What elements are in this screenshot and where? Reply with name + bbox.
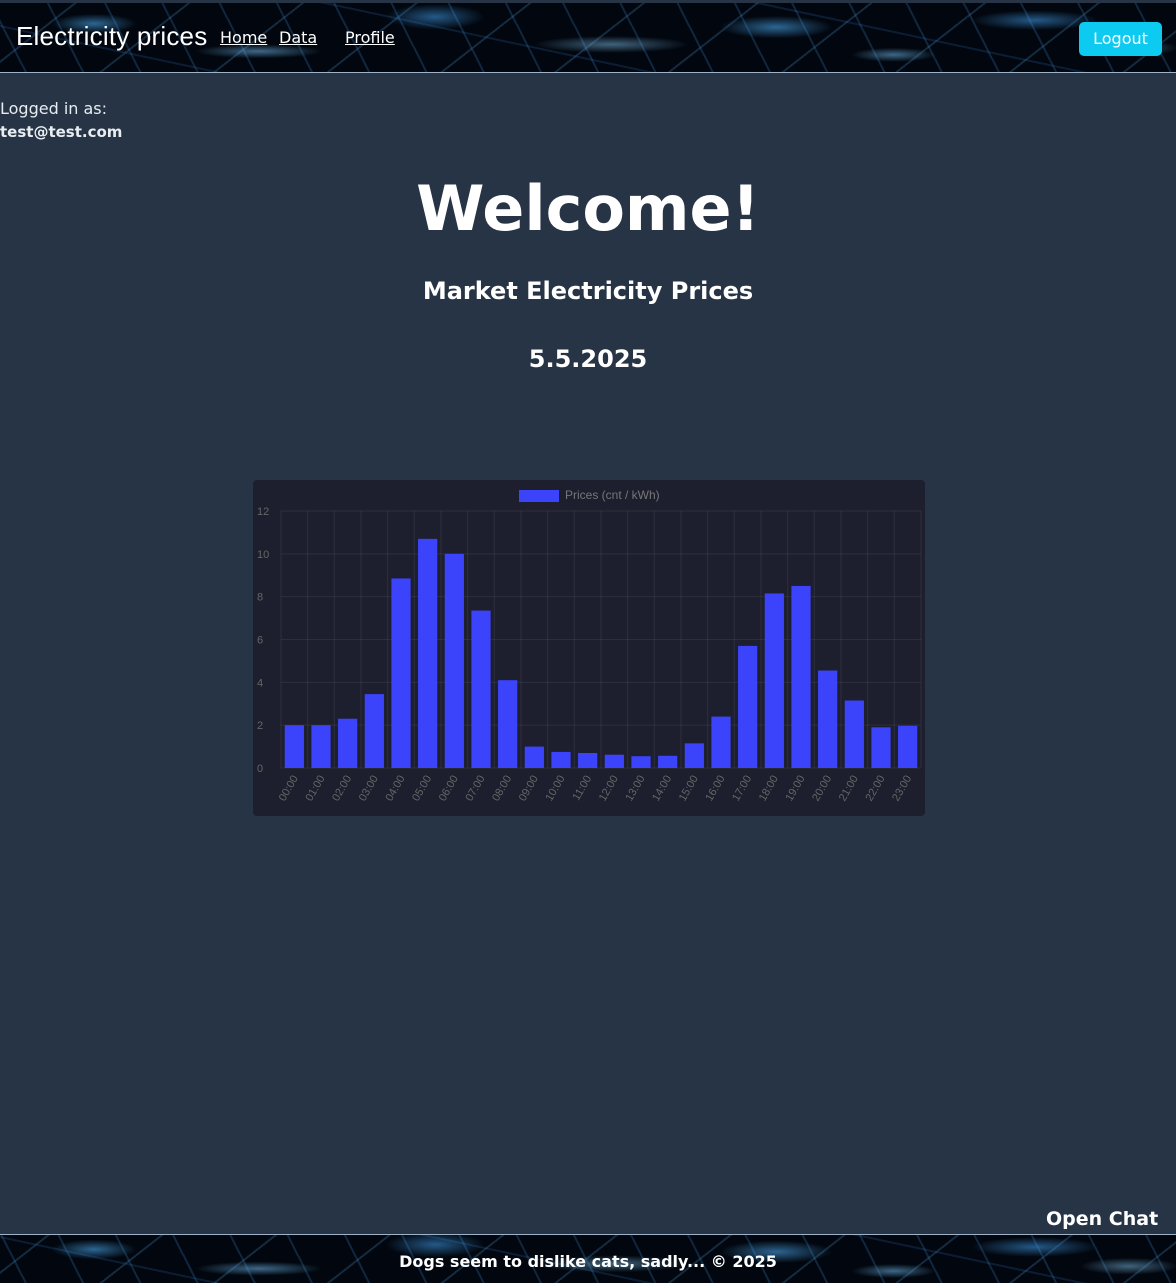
chart-bar <box>844 700 864 768</box>
chart-bar <box>764 593 784 768</box>
footer-text: Dogs seem to dislike cats, sadly... © 20… <box>399 1252 777 1271</box>
chart-bar <box>658 755 678 768</box>
open-chat-button[interactable]: Open Chat <box>1046 1208 1158 1230</box>
x-tick-label: 16:00 <box>703 774 727 804</box>
x-tick-label: 00:00 <box>277 774 301 804</box>
chart-bar <box>578 753 598 768</box>
y-tick-label: 12 <box>257 506 269 518</box>
chart-bar <box>711 716 731 768</box>
chart-bar <box>818 670 838 768</box>
prices-subheading: Market Electricity Prices <box>422 277 754 305</box>
y-tick-label: 2 <box>257 720 263 732</box>
x-tick-label: 23:00 <box>890 774 914 804</box>
chart-bar <box>738 645 758 768</box>
x-tick-label: 05:00 <box>410 774 434 804</box>
y-tick-label: 4 <box>257 677 263 689</box>
chart-bar <box>684 743 704 768</box>
x-tick-label: 18:00 <box>757 774 781 804</box>
chart-bar <box>898 725 918 768</box>
x-tick-label: 01:00 <box>303 774 327 804</box>
welcome-heading: Welcome! <box>416 172 760 245</box>
nav-link-data[interactable]: Data <box>279 28 317 47</box>
navbar: Electricity prices Home Data Profile Log… <box>0 3 1176 73</box>
x-tick-label: 13:00 <box>623 774 647 804</box>
x-tick-label: 20:00 <box>810 774 834 804</box>
legend-label: Prices (cnt / kWh) <box>565 488 660 502</box>
x-tick-label: 04:00 <box>383 774 407 804</box>
x-tick-label: 02:00 <box>330 774 354 804</box>
logged-in-label: Logged in as: <box>0 99 108 118</box>
x-tick-label: 09:00 <box>517 774 541 804</box>
chart-bar <box>551 751 571 768</box>
y-tick-label: 10 <box>257 549 269 561</box>
price-chart: 0 2 4 6 8 10 12 00:00 01:00 02:00 03:00 04:00 05:00 0… <box>253 480 925 816</box>
x-tick-label: 21:00 <box>837 774 861 804</box>
chart-bar <box>364 694 384 768</box>
user-email: test@test.com <box>0 123 123 141</box>
chart-bar <box>444 553 464 768</box>
x-tick-label: 19:00 <box>783 774 807 804</box>
x-tick-label: 10:00 <box>543 774 567 804</box>
x-tick-label: 07:00 <box>463 774 487 804</box>
chart-bar <box>631 756 651 768</box>
x-tick-label: 15:00 <box>677 774 701 804</box>
chart-bar <box>311 725 331 768</box>
chart-bar <box>391 578 411 768</box>
nav-link-profile[interactable]: Profile <box>345 28 395 47</box>
chart-bar <box>284 725 304 768</box>
x-tick-label: 22:00 <box>863 774 887 804</box>
x-tick-label: 17:00 <box>730 774 754 804</box>
date-heading: 5.5.2025 <box>528 345 648 373</box>
legend-swatch <box>519 490 559 502</box>
chart-bar <box>524 746 544 768</box>
chart-bar <box>604 754 624 768</box>
x-tick-label: 08:00 <box>490 774 514 804</box>
logout-button[interactable]: Logout <box>1079 22 1162 56</box>
x-tick-label: 12:00 <box>597 774 621 804</box>
x-tick-label: 03:00 <box>357 774 381 804</box>
y-tick-label: 6 <box>257 635 263 647</box>
brand-title[interactable]: Electricity prices <box>16 21 207 52</box>
footer: Dogs seem to dislike cats, sadly... © 20… <box>0 1234 1176 1283</box>
chart-bar <box>418 538 438 768</box>
x-tick-label: 14:00 <box>650 774 674 804</box>
chart-bar <box>338 718 358 768</box>
x-tick-label: 11:00 <box>571 774 595 803</box>
price-chart-svg: 02468101200:00 01:00 02:00 03:00 04:00 05:00 0… <box>257 488 922 804</box>
chart-bar <box>791 585 811 768</box>
y-tick-label: 8 <box>257 592 263 604</box>
chart-bar <box>498 680 518 768</box>
nav-link-home[interactable]: Home <box>220 28 267 47</box>
y-tick-label: 0 <box>257 763 263 775</box>
chart-bar <box>871 727 891 768</box>
chart-bar <box>471 610 491 768</box>
x-tick-label: 06:00 <box>437 774 461 804</box>
